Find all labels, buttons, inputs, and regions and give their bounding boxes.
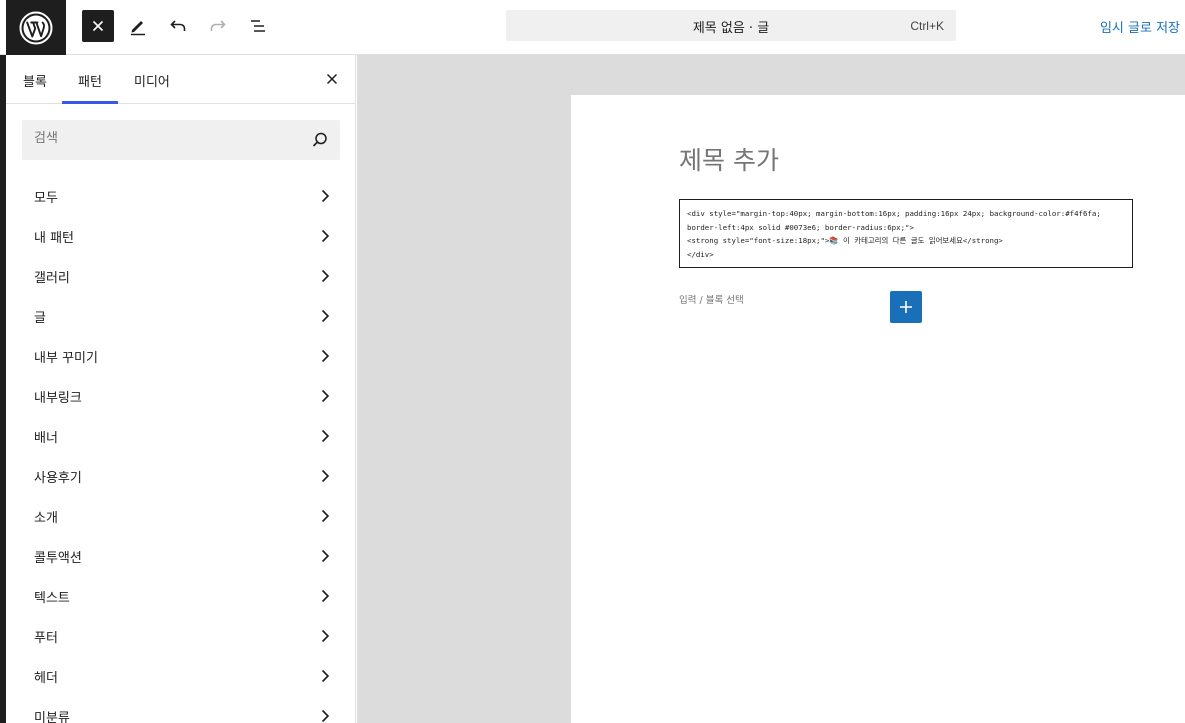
custom-html-block[interactable]: <div style="margin-top:40px; margin-bott…	[679, 199, 1133, 268]
editor-canvas: 제목 추가 <div style="margin-top:40px; margi…	[357, 55, 1185, 723]
category-label: 푸터	[34, 630, 58, 646]
category-item-all[interactable]: 모두	[22, 176, 340, 216]
document-title: 제목 없음 · 글	[692, 21, 770, 36]
category-label: 갤러리	[34, 270, 70, 286]
category-label: 미분류	[34, 710, 70, 723]
code-line: <div style="margin-top:40px; margin-bott…	[687, 209, 1101, 218]
search-input[interactable]	[34, 131, 294, 146]
wordpress-logo-icon[interactable]	[6, 0, 66, 55]
search-icon[interactable]	[311, 131, 329, 149]
category-label: 내 패턴	[34, 230, 75, 246]
category-item-about[interactable]: 소개	[22, 496, 340, 536]
tab-media[interactable]: 미디어	[134, 71, 170, 90]
category-label: 내부 꾸미기	[34, 350, 98, 366]
category-item-interior-decor[interactable]: 내부 꾸미기	[22, 336, 340, 376]
category-label: 배너	[34, 430, 58, 446]
chevron-right-icon	[321, 469, 330, 483]
chevron-right-icon	[321, 709, 330, 723]
chevron-right-icon	[321, 189, 330, 203]
category-item-call-to-action[interactable]: 콜투액션	[22, 536, 340, 576]
chevron-right-icon	[321, 669, 330, 683]
category-label: 사용후기	[34, 470, 82, 486]
chevron-right-icon	[321, 509, 330, 523]
category-item-my-patterns[interactable]: 내 패턴	[22, 216, 340, 256]
chevron-right-icon	[321, 429, 330, 443]
pattern-category-list: 모두 내 패턴 갤러리 글 내부 꾸미기 내부링크 배너 사용후기 소개 콜투액…	[22, 176, 340, 723]
chevron-right-icon	[321, 389, 330, 403]
close-icon[interactable]	[82, 10, 114, 42]
category-label: 글	[34, 310, 46, 326]
default-block-appender[interactable]: 입력 / 블록 선택	[679, 292, 744, 306]
category-label: 모두	[34, 190, 58, 206]
post-title-input[interactable]: 제목 추가	[679, 141, 779, 177]
chevron-right-icon	[321, 269, 330, 283]
category-label: 소개	[34, 510, 58, 526]
inserter-sidebar: 블록 패턴 미디어 모두 내 패턴 갤러리 글 내부 꾸미기 내부링크 배너 사…	[6, 55, 356, 723]
category-item-text[interactable]: 텍스트	[22, 576, 340, 616]
chevron-right-icon	[321, 309, 330, 323]
active-tab-indicator	[62, 101, 118, 104]
undo-icon[interactable]	[164, 12, 192, 40]
category-item-text-post[interactable]: 글	[22, 296, 340, 336]
pattern-search	[22, 120, 340, 160]
category-label: 헤더	[34, 670, 58, 686]
tab-patterns[interactable]: 패턴	[78, 71, 102, 90]
category-item-gallery[interactable]: 갤러리	[22, 256, 340, 296]
code-line: border-left:4px solid #0073e6; border-ra…	[687, 222, 914, 232]
code-line: </div>	[687, 249, 714, 259]
category-item-testimonials[interactable]: 사용후기	[22, 456, 340, 496]
category-item-footer[interactable]: 푸터	[22, 616, 340, 656]
category-item-header[interactable]: 헤더	[22, 656, 340, 696]
category-item-uncategorized[interactable]: 미분류	[22, 696, 340, 723]
category-item-internal-links[interactable]: 내부링크	[22, 376, 340, 416]
category-label: 텍스트	[34, 590, 70, 606]
inserter-tabs: 블록 패턴 미디어	[6, 55, 355, 104]
command-shortcut: Ctrl+K	[910, 19, 944, 33]
close-icon[interactable]	[323, 70, 341, 88]
code-line: <strong style="font-size:18px;">📚 이 카테고리…	[687, 236, 1003, 245]
chevron-right-icon	[321, 349, 330, 363]
command-palette-button[interactable]: 제목 없음 · 글 Ctrl+K	[506, 10, 956, 41]
chevron-right-icon	[321, 229, 330, 243]
tab-blocks[interactable]: 블록	[23, 71, 47, 90]
document-overview-icon[interactable]	[244, 12, 272, 40]
chevron-right-icon	[321, 549, 330, 563]
editor-header: 제목 없음 · 글 Ctrl+K 임시 글로 저장	[0, 0, 1185, 55]
save-draft-button[interactable]: 임시 글로 저장	[1100, 17, 1180, 36]
editor-page: 제목 추가 <div style="margin-top:40px; margi…	[571, 95, 1185, 723]
pen-tool-icon[interactable]	[124, 12, 152, 40]
plus-icon	[900, 301, 912, 313]
redo-icon[interactable]	[204, 12, 232, 40]
category-label: 콜투액션	[34, 550, 82, 566]
add-block-button[interactable]	[890, 291, 922, 323]
chevron-right-icon	[321, 629, 330, 643]
category-label: 내부링크	[34, 390, 82, 406]
category-item-banner[interactable]: 배너	[22, 416, 340, 456]
chevron-right-icon	[321, 589, 330, 603]
